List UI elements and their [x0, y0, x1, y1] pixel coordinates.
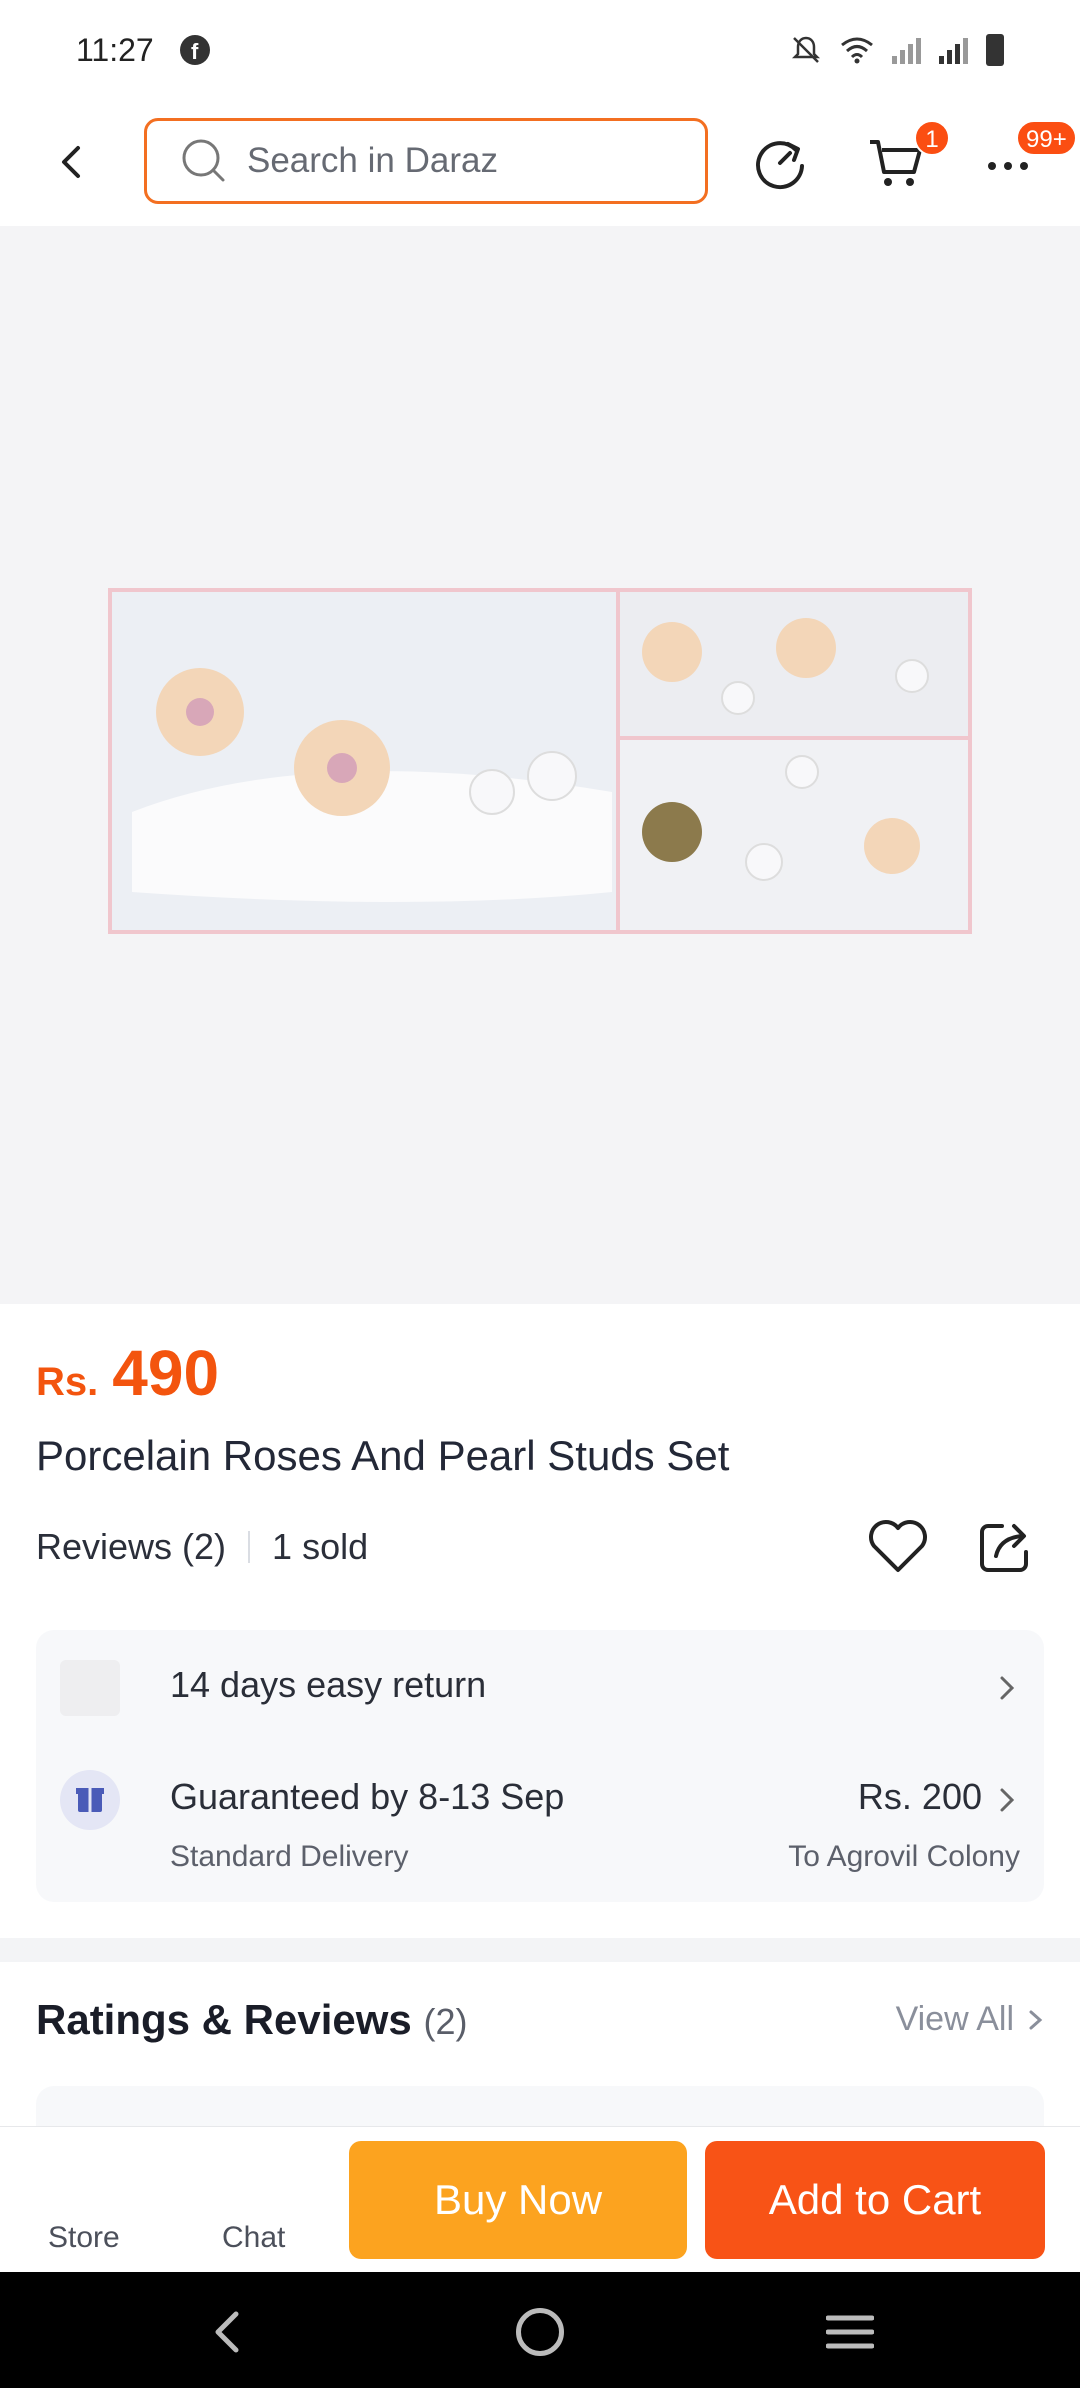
ratings-count: (2) — [423, 2001, 468, 2042]
review-card — [36, 2086, 1044, 2126]
buy-now-button[interactable]: Buy Now — [349, 2141, 687, 2259]
delivery-gift-icon — [60, 1770, 120, 1830]
share-icon[interactable] — [976, 1516, 1036, 1576]
signal-2-icon — [939, 36, 968, 64]
battery-icon — [986, 34, 1004, 66]
store-tab[interactable]: Store — [48, 2221, 120, 2255]
nav-back-icon[interactable] — [208, 2308, 248, 2356]
view-all-label: View All — [895, 2000, 1014, 2038]
chevron-right-icon — [1029, 2010, 1043, 2029]
add-to-cart-button[interactable]: Add to Cart — [705, 2141, 1045, 2259]
reviews-link[interactable]: Reviews (2) — [36, 1526, 226, 1568]
search-input[interactable]: Search in Daraz — [144, 118, 708, 204]
meta-divider — [248, 1531, 251, 1563]
facebook-icon: f — [179, 35, 210, 65]
signal-1-icon — [892, 36, 921, 64]
back-arrow-icon[interactable] — [52, 142, 92, 182]
price-value: 490 — [112, 1337, 220, 1409]
service-card: 14 days easy return Guaranteed by 8-13 S… — [36, 1630, 1044, 1902]
header: Search in Daraz 1 99+ — [0, 110, 1080, 214]
status-time: 11:27 — [76, 31, 154, 68]
product-image — [108, 588, 972, 934]
status-bar: 11:27 f — [0, 0, 1080, 100]
nav-recents-icon[interactable] — [826, 2314, 874, 2350]
wifi-icon — [841, 37, 873, 64]
chat-tab[interactable]: Chat — [222, 2221, 285, 2255]
price: Rs. 490 — [36, 1336, 219, 1410]
more-badge: 99+ — [1016, 120, 1077, 156]
mute-notification-icon — [791, 36, 821, 63]
heart-icon[interactable] — [866, 1516, 930, 1576]
chevron-right-icon — [1000, 1788, 1015, 1812]
search-placeholder: Search in Daraz — [247, 141, 498, 180]
system-nav-bar — [0, 2272, 1080, 2388]
delivery-price: Rs. 200 — [857, 1776, 982, 1817]
nav-home-icon[interactable] — [516, 2308, 564, 2356]
search-icon — [182, 139, 225, 182]
ratings-title: Ratings & Reviews — [36, 1996, 412, 2043]
ratings-heading: Ratings & Reviews (2) — [36, 1996, 467, 2044]
product-image-illustration — [112, 592, 968, 930]
history-icon[interactable] — [750, 132, 810, 192]
delivery-row[interactable]: Guaranteed by 8-13 Sep Standard Delivery… — [60, 1630, 1020, 1902]
product-title: Porcelain Roses And Pearl Studs Set — [36, 1432, 730, 1479]
price-currency: Rs. — [36, 1360, 99, 1404]
delivery-title: Guaranteed by 8-13 Sep — [170, 1776, 565, 1817]
view-all-link[interactable]: View All — [896, 2000, 1044, 2039]
sold-count: 1 sold — [272, 1526, 369, 1567]
cart-badge: 1 — [914, 120, 950, 156]
product-image-area[interactable] — [0, 226, 1080, 1304]
delivery-destination: To Agrovil Colony — [788, 1840, 1020, 1873]
delivery-type: Standard Delivery — [170, 1840, 409, 1873]
product-meta: Reviews (2) 1 sold — [36, 1526, 368, 1568]
bottom-action-bar: Store Chat Buy Now Add to Cart — [0, 2126, 1080, 2272]
section-divider — [0, 1938, 1080, 1962]
